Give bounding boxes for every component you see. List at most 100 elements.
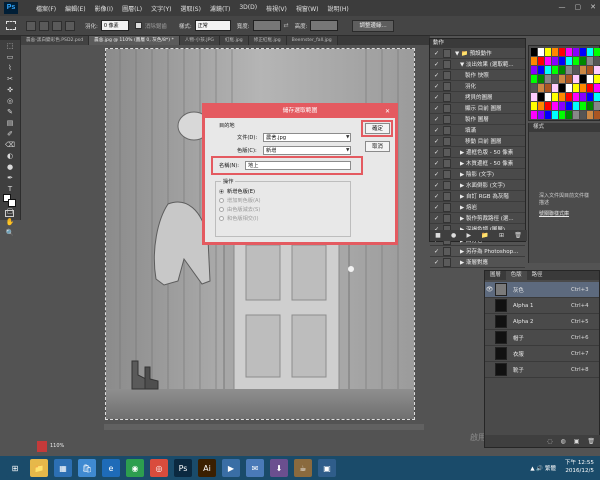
swatch-cell[interactable] [594,84,600,92]
swatch-cell[interactable] [559,57,565,65]
swatch-cell[interactable] [531,84,537,92]
menu-item-3[interactable]: 圖層(L) [122,4,142,13]
action-dialog-toggle[interactable] [443,92,451,102]
styles-panel-tab[interactable]: 樣式 [529,123,600,132]
swatch-cell[interactable] [587,111,593,119]
swatch-cell[interactable] [580,93,586,101]
taskbar-app-icon-9[interactable]: ▶ [222,459,240,477]
swatch-cell[interactable] [580,84,586,92]
swatch-cell[interactable] [538,84,544,92]
action-item-14[interactable]: ✓ ▶ 熔岩 [430,202,525,213]
operation-option-3[interactable]: 和色版相交(I) [219,214,261,223]
menu-item-4[interactable]: 文字(Y) [151,4,171,13]
action-item-0[interactable]: ✓ ▼ 📁 預設動作 [430,48,525,59]
action-check-icon[interactable]: ✓ [432,258,441,267]
tool-button-8[interactable]: ✐ [3,130,18,139]
action-item-12[interactable]: ✓ ▶ 水面倒影 (文字) [430,180,525,191]
minimize-icon[interactable]: — [559,3,566,11]
eye-icon[interactable]: 👁 [485,286,494,293]
action-check-icon[interactable]: ✓ [432,60,441,69]
swatch-cell[interactable] [573,93,579,101]
action-check-icon[interactable]: ✓ [432,247,441,256]
tool-button-1[interactable]: ▭ [3,53,18,62]
antialias-checkbox[interactable] [134,22,142,29]
action-dialog-toggle[interactable] [443,70,451,80]
action-dialog-toggle[interactable] [443,48,451,58]
swatch-cell[interactable] [594,111,600,119]
channels-footer-icon-0[interactable]: ◌ [547,438,552,445]
swatch-cell[interactable] [594,93,600,101]
menu-item-5[interactable]: 選取(S) [180,4,201,13]
menu-item-10[interactable]: 說明(H) [328,4,349,13]
document-tab-1[interactable]: 農舍.jpg @ 110% (圖層 0, 灰色/8*) * [89,36,180,45]
action-dialog-toggle[interactable] [443,257,451,267]
tool-button-13[interactable]: T [3,185,18,194]
swatch-cell[interactable] [538,111,544,119]
tool-button-3[interactable]: ✂ [3,75,18,84]
zoom-readout[interactable]: 110% [50,443,64,449]
swatch-cell[interactable] [559,75,565,83]
tool-button-0[interactable]: ⬚ [3,42,18,51]
action-dialog-toggle[interactable] [443,59,451,69]
action-dialog-toggle[interactable] [443,169,451,179]
swatch-cell[interactable] [580,75,586,83]
width-input[interactable] [252,20,281,31]
radio-icon[interactable] [219,189,224,194]
action-dialog-toggle[interactable] [443,147,451,157]
system-tray[interactable]: ▲ 🔊 繁體 [530,464,556,472]
action-dialog-toggle[interactable] [443,125,451,135]
swatch-cell[interactable] [580,66,586,74]
action-item-2[interactable]: ✓ 製作 快照 [430,70,525,81]
action-item-9[interactable]: ✓ ▶ 邊框色版 - 50 像素 [430,147,525,158]
action-item-8[interactable]: ✓ 移動 目前 圖層 [430,136,525,147]
action-item-11[interactable]: ✓ ▶ 陰影 (文字) [430,169,525,180]
action-check-icon[interactable]: ✓ [432,49,441,58]
feather-input[interactable]: 0 像素 [100,20,129,31]
action-item-6[interactable]: ✓ 製作 圖層 [430,114,525,125]
document-select[interactable]: 農舍.jpg [263,133,351,142]
styles-library-link[interactable]: 號關聯樣式庫 [539,211,589,218]
swatch-cell[interactable] [538,102,544,110]
swatch-cell[interactable] [573,48,579,56]
action-dialog-toggle[interactable] [443,202,451,212]
action-check-icon[interactable]: ✓ [432,115,441,124]
actions-footer-icon-5[interactable]: 🗑 [514,232,522,239]
action-check-icon[interactable]: ✓ [432,126,441,135]
subtract-selection-button[interactable] [52,20,62,31]
dialog-close-icon[interactable]: ✕ [383,106,392,117]
action-dialog-toggle[interactable] [443,180,451,190]
swatch-cell[interactable] [559,48,565,56]
swatch-cell[interactable] [545,57,551,65]
swatch-cell[interactable] [580,57,586,65]
taskbar-app-icon-10[interactable]: ✉ [246,459,264,477]
dialog-title-bar[interactable]: 儲存選取範圍 ✕ [205,106,395,118]
swatch-cell[interactable] [573,75,579,83]
tool-button-5[interactable]: ◎ [3,97,18,106]
taskbar-app-icon-4[interactable]: e [102,459,120,477]
channels-footer-icon-3[interactable]: 🗑 [587,438,595,445]
swatch-cell[interactable] [580,111,586,119]
swatch-cell[interactable] [545,111,551,119]
swatch-cell[interactable] [531,102,537,110]
action-dialog-toggle[interactable] [443,114,451,124]
add-selection-button[interactable] [39,20,49,31]
swatch-cell[interactable] [531,93,537,101]
action-dialog-toggle[interactable] [443,103,451,113]
channel-row-4[interactable]: 衣服 Ctrl+7 [485,346,599,362]
action-dialog-toggle[interactable] [443,213,451,223]
radio-icon[interactable] [219,198,224,203]
taskbar-app-icon-12[interactable]: ☕ [294,459,312,477]
actions-footer-icon-1[interactable]: ● [451,232,456,239]
swatch-cell[interactable] [545,102,551,110]
channel-row-0[interactable]: 👁 灰色 Ctrl+3 [485,282,599,298]
swatch-cell[interactable] [538,57,544,65]
intersect-selection-button[interactable] [65,20,75,31]
swatch-cell[interactable] [594,102,600,110]
swatch-cell[interactable] [587,102,593,110]
swatch-cell[interactable] [566,84,572,92]
actions-footer-icon-4[interactable]: ⊞ [499,232,504,239]
actions-footer-icon-3[interactable]: 📁 [481,232,488,239]
action-dialog-toggle[interactable] [443,191,451,201]
actions-footer-icon-2[interactable]: ▶ [466,232,471,239]
swatch-cell[interactable] [538,93,544,101]
